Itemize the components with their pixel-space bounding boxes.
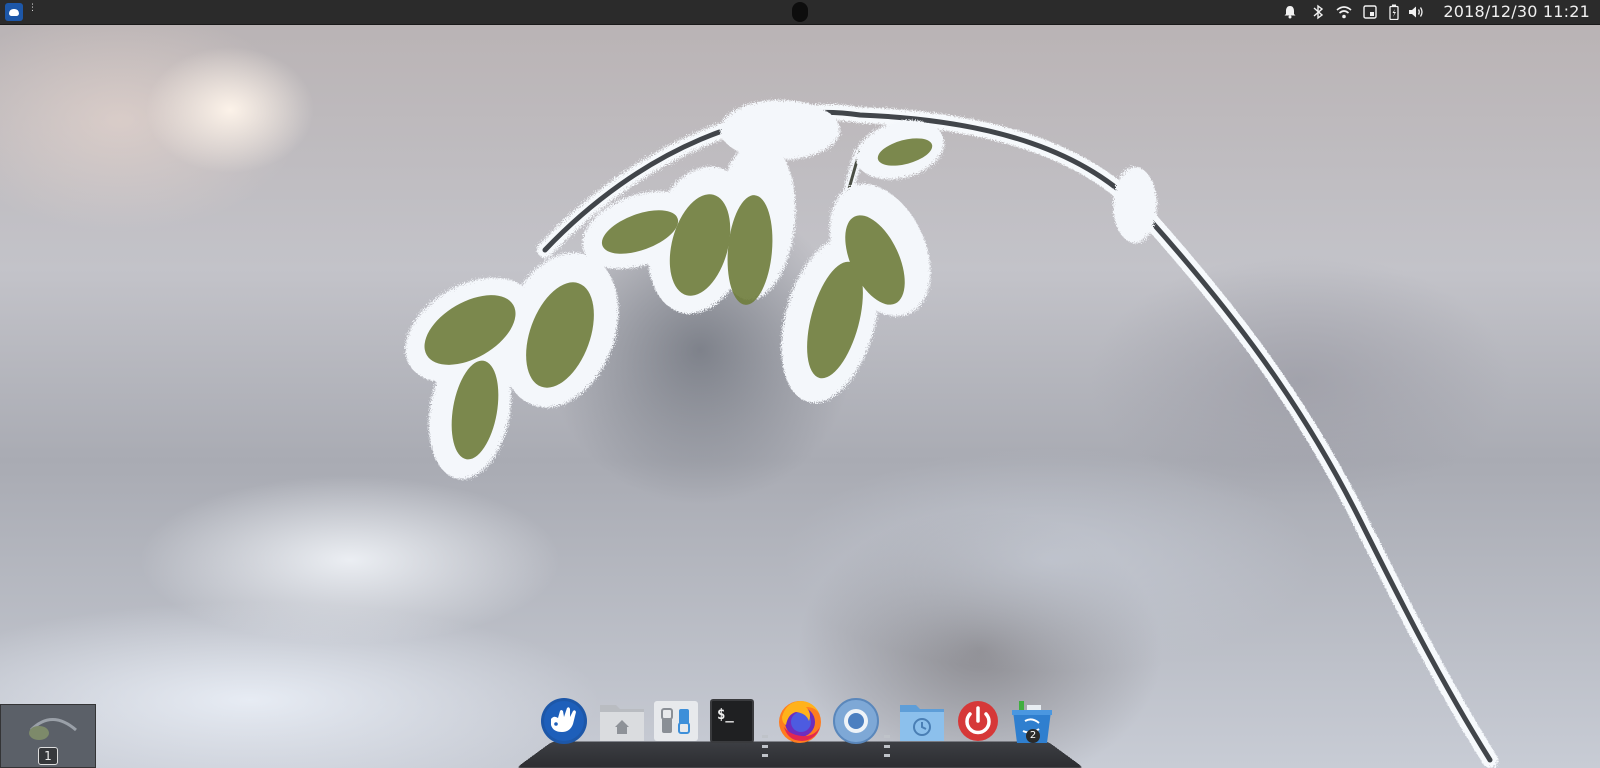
desktop[interactable]: ⋮ 2018/12/30 11:21 1 $_ 2 [0, 0, 1600, 768]
panel-menu-icon[interactable]: ⋮ [28, 4, 37, 17]
power-icon [958, 701, 998, 741]
dock-item-recent-folder[interactable] [898, 697, 946, 745]
svg-text:$_: $_ [717, 707, 734, 723]
launcher-button[interactable] [5, 3, 23, 21]
clock[interactable]: 2018/12/30 11:21 [1443, 2, 1590, 22]
bell-icon[interactable] [1282, 4, 1298, 20]
dock-item-launcher[interactable] [540, 697, 588, 745]
recent-folder-icon [900, 705, 944, 741]
wallpaper-frosted-branch [405, 100, 1498, 768]
volume-icon[interactable] [1408, 4, 1424, 20]
running-indicator-files [884, 735, 890, 757]
dock-item-shutdown[interactable] [954, 697, 1002, 745]
workspace-switcher[interactable]: 1 [0, 704, 96, 768]
dock-item-home-folder[interactable] [598, 697, 646, 745]
dock-item-control-center[interactable] [652, 697, 700, 745]
top-panel: ⋮ 2018/12/30 11:21 [0, 0, 1600, 25]
deepin-logo-icon [541, 698, 587, 744]
bluetooth-icon[interactable] [1310, 4, 1326, 20]
running-indicator-terminal [762, 735, 768, 757]
control-center-icon [654, 701, 698, 741]
chromium-icon [833, 698, 879, 744]
wifi-icon[interactable] [1336, 4, 1352, 20]
trash-count-badge: 2 [1026, 729, 1040, 743]
home-folder-icon [600, 705, 644, 741]
dock-item-chromium[interactable] [832, 697, 880, 745]
dock [516, 741, 1084, 768]
camera-indicator [792, 2, 808, 22]
battery-icon[interactable] [1386, 4, 1402, 20]
terminal-icon: $_ [710, 699, 754, 743]
dock-item-terminal[interactable]: $_ [708, 697, 756, 745]
workspace-number: 1 [38, 747, 58, 765]
firefox-icon [779, 701, 821, 743]
screenshot-icon[interactable] [1362, 4, 1378, 20]
dock-item-firefox[interactable] [776, 697, 824, 745]
